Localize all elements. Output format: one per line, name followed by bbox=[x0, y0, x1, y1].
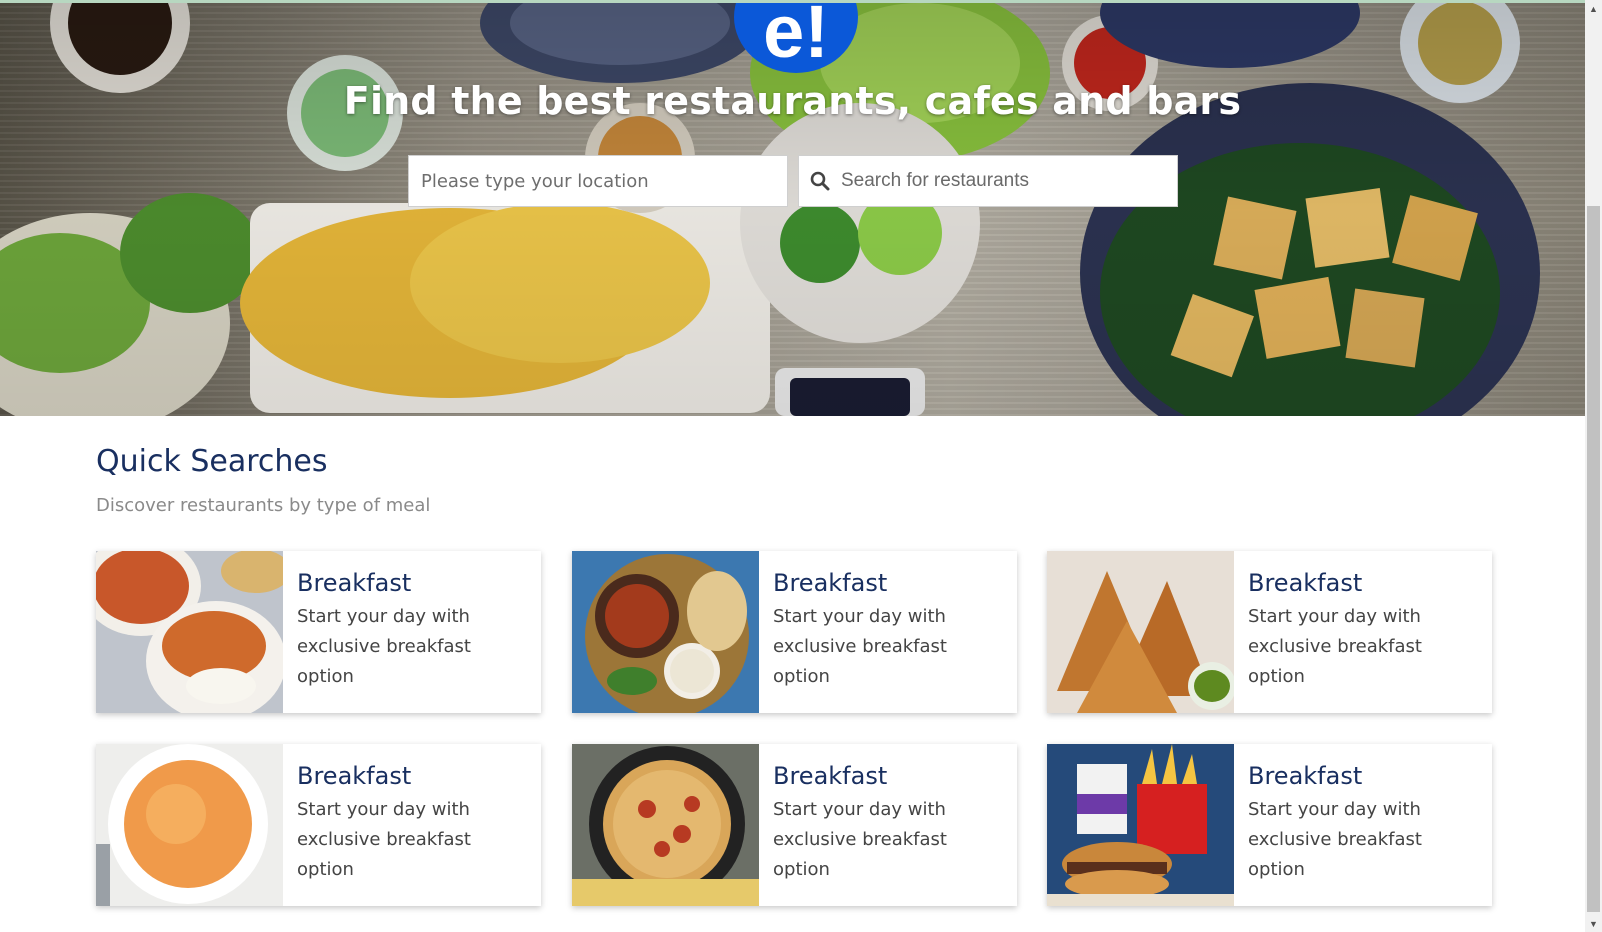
card-title: Breakfast bbox=[297, 762, 412, 790]
pan-pizza-image bbox=[572, 744, 759, 906]
card-description: Start your day with exclusive breakfast … bbox=[1248, 605, 1422, 687]
butter-chicken-image bbox=[96, 551, 283, 713]
samosa-image bbox=[1047, 551, 1234, 713]
vertical-scrollbar[interactable]: ▲ ▼ bbox=[1585, 0, 1602, 932]
card-description: Start your day with exclusive breakfast … bbox=[773, 798, 947, 880]
scroll-up-arrow-icon[interactable]: ▲ bbox=[1585, 0, 1602, 17]
quick-searches-subtitle: Discover restaurants by type of meal bbox=[96, 495, 431, 516]
card-description: Start your day with exclusive breakfast … bbox=[297, 605, 471, 687]
scroll-down-arrow-icon[interactable]: ▼ bbox=[1585, 915, 1602, 932]
burger-fries-image bbox=[1047, 744, 1234, 906]
meal-card[interactable]: Breakfast Start your day with exclusive … bbox=[96, 551, 541, 713]
curry-platter-image bbox=[572, 551, 759, 713]
card-description: Start your day with exclusive breakfast … bbox=[297, 798, 471, 880]
card-title: Breakfast bbox=[1248, 569, 1363, 597]
card-title: Breakfast bbox=[773, 569, 888, 597]
card-title: Breakfast bbox=[297, 569, 412, 597]
meal-card[interactable]: Breakfast Start your day with exclusive … bbox=[1047, 551, 1492, 713]
quick-searches-title: Quick Searches bbox=[96, 444, 328, 479]
restaurant-search-box[interactable] bbox=[798, 155, 1178, 207]
mac-and-cheese-image bbox=[96, 744, 283, 906]
search-icon bbox=[799, 171, 841, 191]
meal-card[interactable]: Breakfast Start your day with exclusive … bbox=[1047, 744, 1492, 906]
location-input[interactable] bbox=[408, 155, 788, 207]
meal-card[interactable]: Breakfast Start your day with exclusive … bbox=[572, 744, 1017, 906]
card-description: Start your day with exclusive breakfast … bbox=[1248, 798, 1422, 880]
card-description: Start your day with exclusive breakfast … bbox=[773, 605, 947, 687]
meal-card[interactable]: Breakfast Start your day with exclusive … bbox=[96, 744, 541, 906]
card-title: Breakfast bbox=[773, 762, 888, 790]
restaurant-search-input[interactable] bbox=[841, 156, 1177, 206]
hero-banner: e! Find the best restaurants, cafes and … bbox=[0, 3, 1585, 416]
scrollbar-thumb[interactable] bbox=[1587, 206, 1600, 912]
page: e! Find the best restaurants, cafes and … bbox=[0, 0, 1602, 932]
card-title: Breakfast bbox=[1248, 762, 1363, 790]
hero-title: Find the best restaurants, cafes and bar… bbox=[343, 79, 1242, 123]
meal-card[interactable]: Breakfast Start your day with exclusive … bbox=[572, 551, 1017, 713]
